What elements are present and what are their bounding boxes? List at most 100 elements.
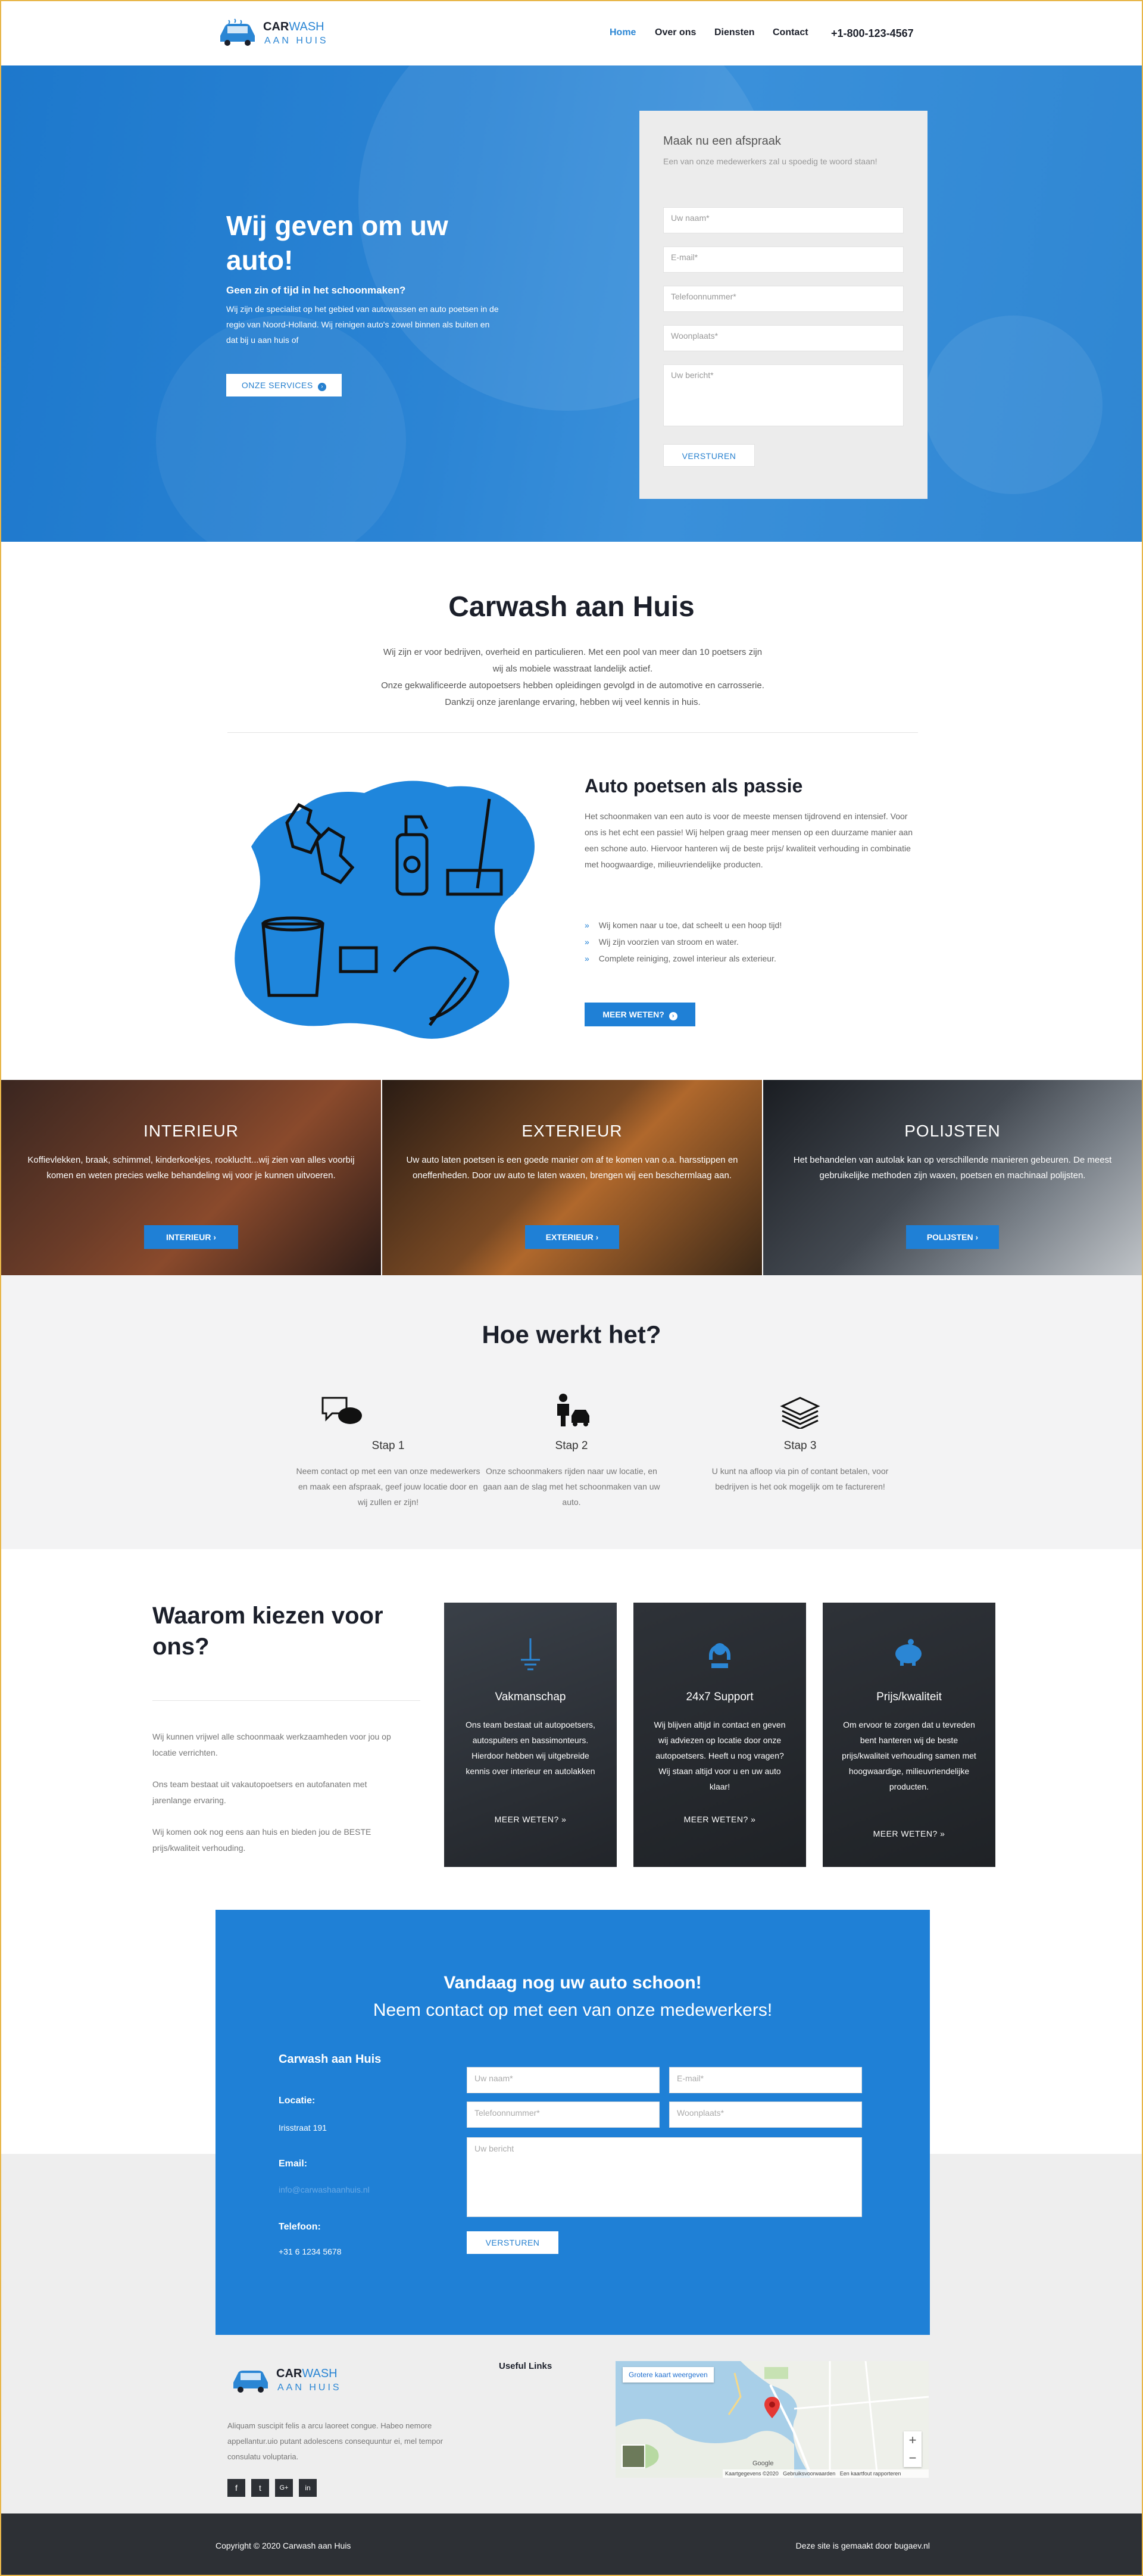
card-text: Wij blijven altijd in contact en geven w… (654, 1720, 786, 1791)
contact-message-textarea[interactable]: Uw bericht (467, 2137, 862, 2217)
contact-city-input[interactable]: Woonplaats* (669, 2102, 862, 2128)
nav-phone[interactable]: +1-800-123-4567 (831, 27, 914, 40)
why-title: Waarom kiezen voor ons? (152, 1603, 383, 1660)
service-title: EXTERIEUR (521, 1122, 623, 1140)
card-more-link[interactable]: MEER WETEN? » (633, 1815, 806, 1824)
card-text: Ons team bestaat uit autopoetsers, autos… (466, 1720, 595, 1776)
car-logo-icon (233, 2371, 268, 2393)
divider (227, 732, 918, 733)
arrow-right-circle-icon: › (318, 383, 327, 391)
bottom-bar: Copyright © 2020 Carwash aan Huis Deze s… (1, 2513, 1142, 2575)
card-link-label: MEER WETEN? (683, 1815, 748, 1824)
card-link-label: MEER WETEN? (873, 1829, 938, 1838)
message-textarea[interactable]: Uw bericht* (663, 364, 904, 426)
map-larger-button[interactable]: Grotere kaart weergeven (623, 2367, 714, 2383)
logo-subtitle: AAN HUIS (264, 36, 329, 46)
twitter-icon[interactable]: t (251, 2479, 269, 2497)
zoom-in-icon[interactable]: + (904, 2431, 922, 2449)
phone-input[interactable]: Telefoonnummer* (663, 286, 904, 312)
bullet-text: Complete reiniging, zowel interieur als … (598, 954, 776, 963)
name-input[interactable]: Uw naam* (663, 207, 904, 233)
services-button[interactable]: ONZE SERVICES › (226, 374, 342, 396)
double-chevron-icon: » (585, 937, 589, 947)
headset-icon (709, 1643, 730, 1668)
double-chevron-icon: » (940, 1829, 945, 1838)
contact-email-input[interactable]: E-mail* (669, 2067, 862, 2093)
step-1-text: Neem contact op met een van onze medewer… (296, 1466, 480, 1507)
exterieur-button[interactable]: EXTERIEUR › (525, 1225, 619, 1249)
map-pin-icon (764, 2397, 780, 2418)
copyright: Copyright © 2020 Carwash aan Huis (216, 2541, 351, 2550)
polijsten-button[interactable]: POLIJSTEN › (906, 1225, 999, 1249)
contact-subtitle: Neem contact op met een van onze medewer… (373, 2000, 773, 2020)
contact-phone-input[interactable]: Telefoonnummer* (467, 2102, 660, 2128)
map-attribution-text: Kaartgegevens ©2020 (725, 2471, 779, 2477)
step-3-text: U kunt na afloop via pin of contant beta… (711, 1466, 889, 1491)
nav-over-ons[interactable]: Over ons (655, 27, 696, 38)
map-terms-link[interactable]: Gebruiksvoorwaarden (783, 2471, 835, 2477)
step-3-title: Stap 3 (783, 1440, 817, 1452)
passion-text: Het schoonmaken van een auto is voor de … (585, 811, 913, 869)
nav-diensten[interactable]: Diensten (714, 27, 755, 38)
about-title: Carwash aan Huis (448, 591, 695, 623)
facebook-icon[interactable]: f (227, 2479, 245, 2497)
hero-title: Wij geven om uw auto! (226, 210, 448, 276)
hero-background-shape (924, 316, 1103, 494)
why-paragraph: Ons team bestaat uit vakautopoetsers en … (152, 1779, 367, 1805)
about-line: Onze gekwalificeerde autopoetsers hebben… (381, 680, 764, 691)
service-text: Koffievlekken, braak, schimmel, kinderko… (27, 1155, 355, 1181)
service-text: Het behandelen van autolak kan op versch… (793, 1155, 1112, 1181)
exterieur-button-label: EXTERIEUR (545, 1232, 594, 1242)
piggy-bank-icon (895, 1639, 922, 1666)
arrow-right-circle-icon: › (669, 1012, 677, 1020)
email-label: Email: (279, 2159, 308, 2169)
passion-more-button[interactable]: MEER WETEN? › (585, 1003, 695, 1026)
map-attribution: Kaartgegevens ©2020 Gebruiksvoorwaarden … (723, 2469, 929, 2478)
double-chevron-icon: » (585, 954, 589, 963)
contact-submit-button[interactable]: VERSTUREN (467, 2231, 558, 2254)
nav-contact[interactable]: Contact (773, 27, 808, 38)
email-link[interactable]: info@carwashaanhuis.nl (279, 2185, 370, 2194)
logo[interactable]: CARWASH AAN HUIS (217, 18, 336, 51)
card-title: 24x7 Support (686, 1691, 754, 1703)
bullet-text: Wij zijn voorzien van stroom en water. (598, 937, 739, 947)
useful-links-title: Useful Links (499, 2361, 552, 2371)
interieur-button[interactable]: INTERIEUR › (144, 1225, 238, 1249)
zoom-out-icon[interactable]: − (904, 2449, 922, 2467)
plug-icon (521, 1638, 540, 1671)
email-input[interactable]: E-mail* (663, 246, 904, 273)
service-polijsten: POLIJSTEN Het behandelen van autolak kan… (763, 1080, 1142, 1275)
why-paragraph: Wij komen ook nog eens aan huis en biede… (152, 1827, 371, 1853)
footer-logo[interactable]: CARWASH AAN HUIS (230, 2365, 349, 2400)
arrow-right-circle-icon: › (595, 1232, 599, 1242)
interieur-button-label: INTERIEUR (165, 1232, 211, 1242)
hero-section: Wij geven om uw auto! Geen zin of tijd i… (1, 65, 1142, 542)
passion-bullets: » Wij komen naar u toe, dat scheelt u een… (585, 917, 918, 967)
how-section: Hoe werkt het? Stap 1 Neem contact op me… (1, 1275, 1142, 1549)
linkedin-icon[interactable]: in (299, 2479, 317, 2497)
card-more-link[interactable]: MEER WETEN? » (444, 1815, 617, 1824)
appointment-subtitle: Een van onze medewerkers zal u spoedig t… (663, 157, 877, 166)
about-line: Wij zijn er voor bedrijven, overheid en … (383, 647, 763, 657)
polijsten-button-label: POLIJSTEN (926, 1232, 973, 1242)
nav-home[interactable]: Home (610, 27, 636, 38)
service-title: INTERIEUR (143, 1122, 239, 1140)
arrow-right-circle-icon: › (975, 1232, 979, 1242)
map-report-link[interactable]: Een kaartfout rapporteren (840, 2471, 901, 2477)
card-title: Prijs/kwaliteit (876, 1691, 942, 1703)
city-input[interactable]: Woonplaats* (663, 325, 904, 351)
contact-name-input[interactable]: Uw naam* (467, 2067, 660, 2093)
divider (152, 1700, 420, 1701)
map-satellite-toggle[interactable] (622, 2444, 645, 2468)
appointment-submit-button[interactable]: VERSTUREN (663, 444, 755, 467)
card-more-link[interactable]: MEER WETEN? » (823, 1829, 995, 1838)
arrow-right-circle-icon: › (213, 1232, 216, 1242)
appointment-title: Maak nu een afspraak (663, 135, 781, 148)
contact-title: Vandaag nog uw auto schoon! (444, 1973, 702, 1993)
location-value: Irisstraat 191 (279, 2123, 327, 2132)
logo-car-text: CAR (263, 20, 289, 33)
map[interactable]: Grotere kaart weergeven + − Google Kaart… (616, 2361, 929, 2478)
site-credit[interactable]: Deze site is gemaakt door bugaev.nl (769, 2541, 930, 2550)
google-plus-icon[interactable]: G+ (275, 2479, 293, 2497)
step-1-title: Stap 1 (371, 1440, 405, 1452)
